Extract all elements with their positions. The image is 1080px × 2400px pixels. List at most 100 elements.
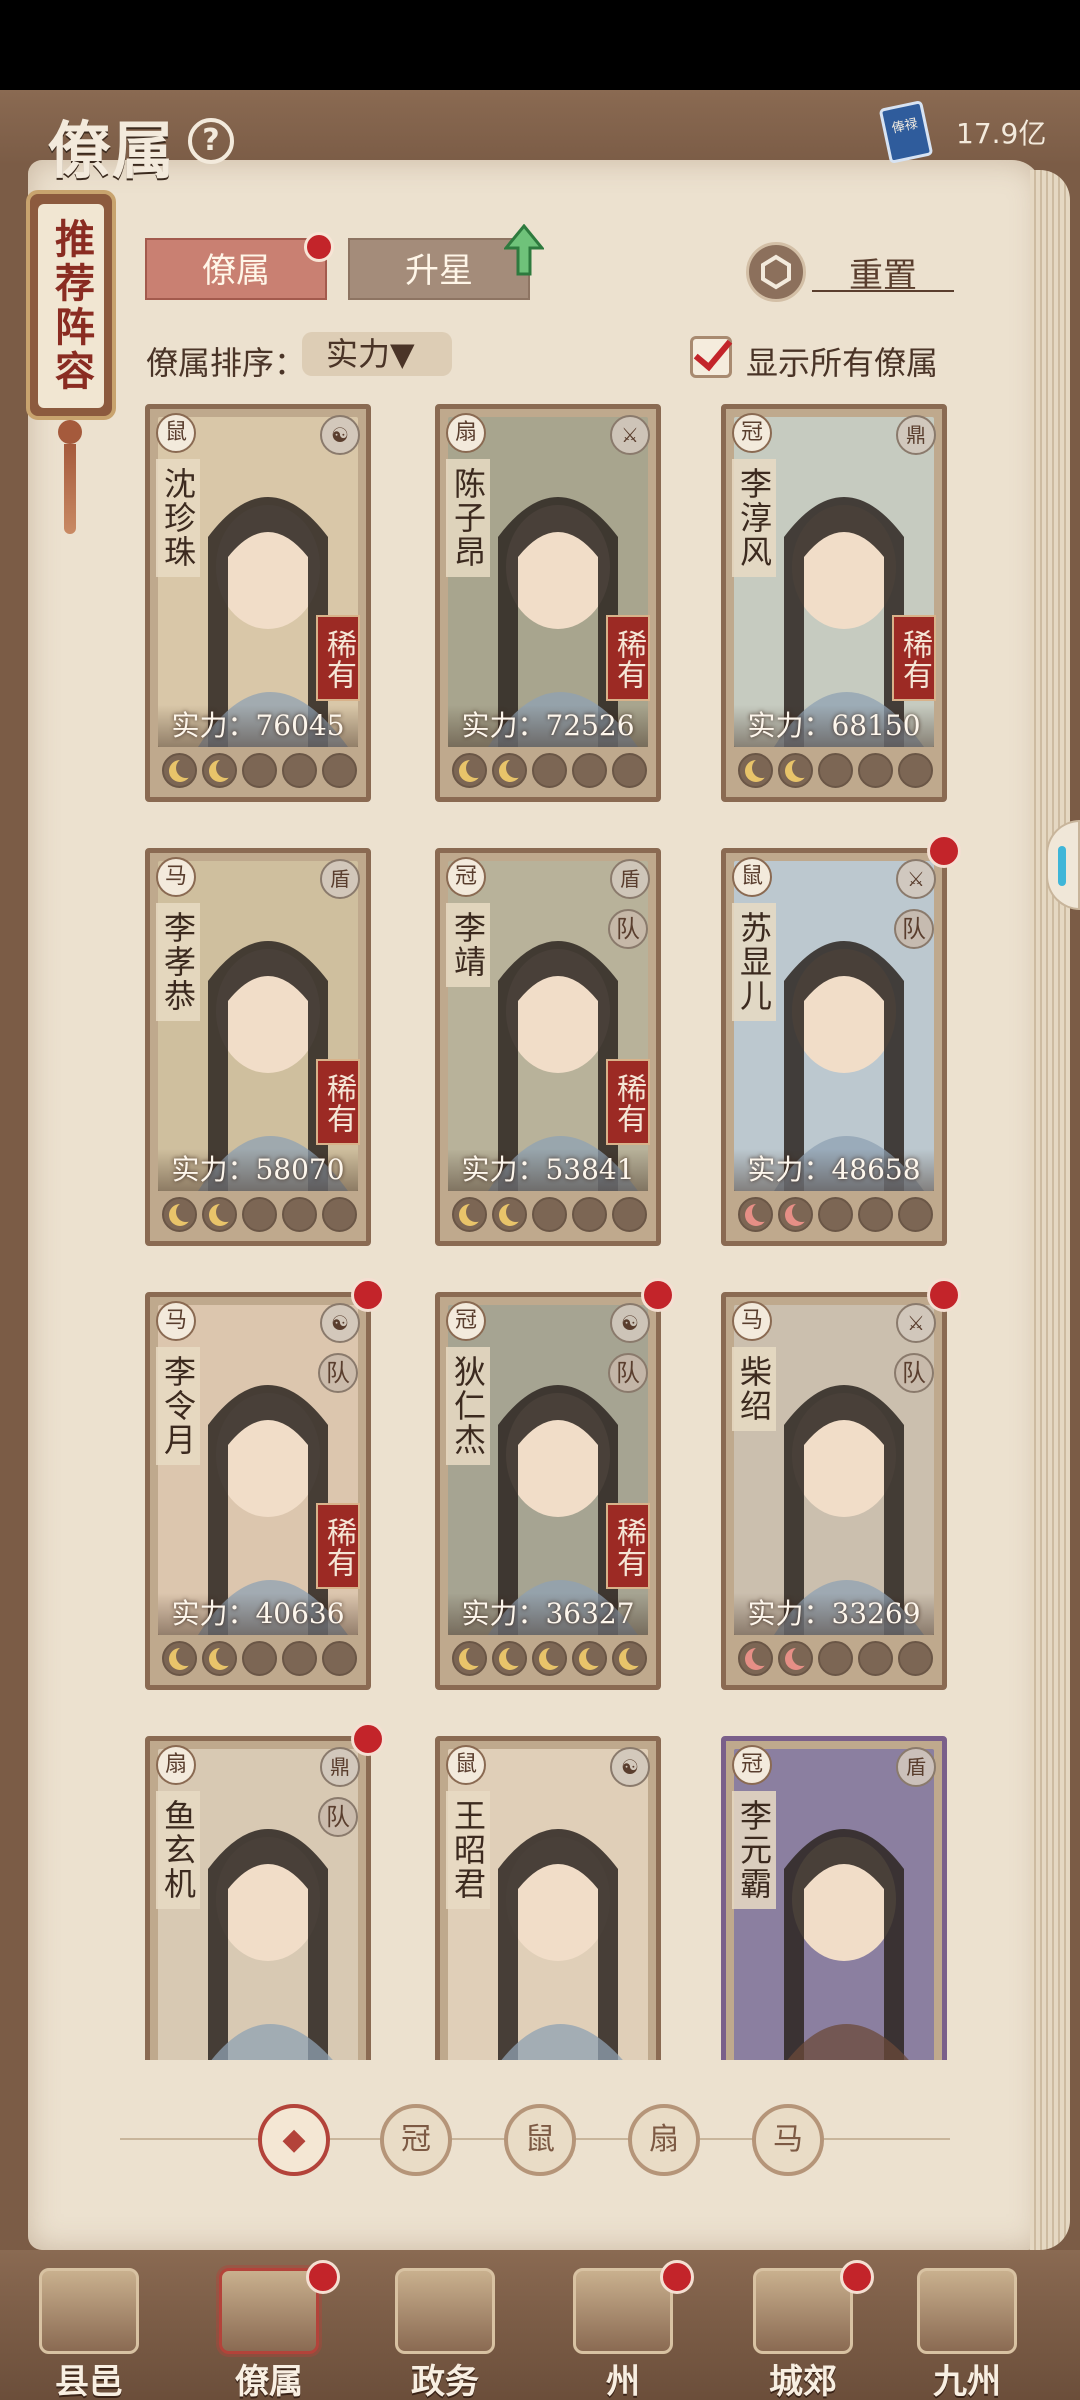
tab-star-up[interactable]: 升星 bbox=[348, 238, 530, 300]
empty-star-icon bbox=[572, 1197, 607, 1232]
nav-label: 政务 bbox=[411, 2362, 479, 2400]
currency-display[interactable]: 俸禄 17.9亿 bbox=[878, 100, 1058, 164]
shield-icon: 盾 bbox=[610, 859, 650, 899]
reset-icon[interactable] bbox=[746, 242, 806, 302]
retainer-name: 沈珍珠 bbox=[156, 459, 200, 577]
filter-hat-icon[interactable]: 冠 bbox=[380, 2104, 452, 2176]
power-value: 实力：53841 bbox=[448, 1149, 648, 1191]
moon-star-icon bbox=[202, 1197, 237, 1232]
empty-star-icon bbox=[898, 753, 933, 788]
power-value: 实力：58070 bbox=[158, 1149, 358, 1191]
power-value: 实力：76045 bbox=[158, 705, 358, 747]
rarity-badge: 稀有 bbox=[316, 1059, 360, 1145]
team-badge: 队 bbox=[608, 1353, 648, 1393]
currency-value: 17.9亿 bbox=[956, 117, 1047, 150]
power-value: 实力：36327 bbox=[448, 1593, 648, 1635]
empty-star-icon bbox=[242, 1641, 277, 1676]
retainer-card[interactable]: 马 盾李孝恭 稀有 实力：58070 bbox=[145, 848, 371, 1246]
fan-icon: 扇 bbox=[446, 413, 486, 453]
retainer-card[interactable]: 鼠 ☯ 沈珍珠 稀有 实力：76045 bbox=[145, 404, 371, 802]
retainer-card[interactable]: 扇 鼎鱼玄机 队 bbox=[145, 1736, 371, 2060]
star-row bbox=[158, 1641, 358, 1681]
sword-icon: ⚔ bbox=[610, 415, 650, 455]
show-all-label[interactable]: 显示所有僚属 bbox=[746, 338, 938, 384]
tab-retainers[interactable]: 僚属 bbox=[145, 238, 327, 300]
filter-fan-icon[interactable]: 扇 bbox=[628, 2104, 700, 2176]
moon-star-icon bbox=[738, 1641, 773, 1676]
shield-icon: 盾 bbox=[896, 1747, 936, 1787]
retainer-name: 李靖 bbox=[446, 903, 490, 987]
nav-item-suburb[interactable]: 城郊 bbox=[728, 2260, 878, 2400]
recommended-lineup-label: 推荐阵容 bbox=[38, 204, 104, 408]
team-badge: 队 bbox=[318, 1797, 358, 1837]
notification-dot bbox=[641, 1278, 675, 1312]
nav-item-state[interactable]: 州 bbox=[548, 2260, 698, 2400]
moon-star-icon bbox=[162, 1197, 197, 1232]
sort-dropdown[interactable]: 实力▼ bbox=[302, 332, 452, 376]
taiji-icon: ☯ bbox=[320, 415, 360, 455]
retainer-card[interactable]: 冠 ☯ 狄仁杰 队稀有 实力：36327 bbox=[435, 1292, 661, 1690]
state-icon bbox=[573, 2268, 673, 2354]
page-edge bbox=[1030, 170, 1070, 2250]
moon-star-icon bbox=[162, 753, 197, 788]
filter-rat-icon[interactable]: 鼠 bbox=[504, 2104, 576, 2176]
sword-icon: ⚔ bbox=[896, 1303, 936, 1343]
retainer-card[interactable]: 扇 ⚔ 陈子昂 稀有 实力：72526 bbox=[435, 404, 661, 802]
rarity-badge: 稀有 bbox=[892, 615, 936, 701]
show-all-checkbox[interactable] bbox=[690, 336, 732, 378]
team-badge: 队 bbox=[318, 1353, 358, 1393]
moon-star-icon bbox=[778, 1641, 813, 1676]
empty-star-icon bbox=[858, 1641, 893, 1676]
retainer-grid: 鼠 ☯ 沈珍珠 稀有 实力：76045 扇 ⚔ 陈子昂 稀有 实力：72526 冠鼎李淳风 稀有 实力：… bbox=[145, 404, 971, 2060]
notification-dot bbox=[306, 2260, 340, 2294]
moon-star-icon bbox=[778, 753, 813, 788]
nav-label: 县邑 bbox=[55, 2362, 123, 2400]
notification-dot bbox=[351, 1278, 385, 1312]
retainer-name: 苏显儿 bbox=[732, 903, 776, 1021]
nav-item-affairs[interactable]: 政务 bbox=[370, 2262, 520, 2400]
retainer-card[interactable]: 马 ⚔ 柴绍 队实力：33269 bbox=[721, 1292, 947, 1690]
notification-dot bbox=[304, 232, 334, 262]
star-row bbox=[448, 753, 648, 793]
moon-star-icon bbox=[572, 1641, 607, 1676]
star-row bbox=[158, 1197, 358, 1237]
star-row bbox=[448, 1197, 648, 1237]
empty-star-icon bbox=[818, 1197, 853, 1232]
affairs-icon bbox=[395, 2268, 495, 2354]
power-value: 实力：48658 bbox=[734, 1149, 934, 1191]
moon-star-icon bbox=[738, 753, 773, 788]
retainer-card[interactable]: 马 ☯ 李令月 队稀有 实力：40636 bbox=[145, 1292, 371, 1690]
empty-star-icon bbox=[818, 753, 853, 788]
page-title: 僚属 bbox=[48, 114, 177, 187]
fan-icon: 扇 bbox=[156, 1745, 196, 1785]
nav-item-retainer[interactable]: 僚属 bbox=[194, 2260, 344, 2400]
rarity-badge: 稀有 bbox=[316, 615, 360, 701]
help-button[interactable]: ? bbox=[188, 118, 234, 164]
retainer-card[interactable]: 鼠 ☯ 王昭君 bbox=[435, 1736, 661, 2060]
moon-star-icon bbox=[532, 1641, 567, 1676]
filter-all-icon[interactable]: ◆ bbox=[258, 2104, 330, 2176]
filter-horse-icon[interactable]: 马 bbox=[752, 2104, 824, 2176]
taiji-icon: ☯ bbox=[320, 1303, 360, 1343]
empty-star-icon bbox=[858, 1197, 893, 1232]
recommended-lineup-banner[interactable]: 推荐阵容 bbox=[26, 190, 116, 420]
retainer-card[interactable]: 鼠 ⚔ 苏显儿 队实力：48658 bbox=[721, 848, 947, 1246]
nav-item-map[interactable]: 九州 bbox=[892, 2262, 1042, 2400]
moon-star-icon bbox=[492, 1641, 527, 1676]
status-bar bbox=[0, 0, 1080, 90]
rarity-badge: 稀有 bbox=[606, 1059, 650, 1145]
nav-item-town[interactable]: 县邑 bbox=[14, 2262, 164, 2400]
retainer-card[interactable]: 冠 盾李元霸 bbox=[721, 1736, 947, 2060]
notification-dot bbox=[660, 2260, 694, 2294]
rat-icon: 鼠 bbox=[446, 1745, 486, 1785]
empty-star-icon bbox=[532, 753, 567, 788]
moon-star-icon bbox=[738, 1197, 773, 1232]
retainer-card[interactable]: 冠 鼎李淳风 稀有 实力：68150 bbox=[721, 404, 947, 802]
power-value: 实力：33269 bbox=[734, 1593, 934, 1635]
retainer-name: 李孝恭 bbox=[156, 903, 200, 1021]
empty-star-icon bbox=[818, 1641, 853, 1676]
reset-button[interactable]: 重置 bbox=[812, 248, 954, 296]
retainer-card[interactable]: 冠 盾李靖 队稀有 实力：53841 bbox=[435, 848, 661, 1246]
moon-star-icon bbox=[202, 1641, 237, 1676]
taiji-icon: ☯ bbox=[610, 1303, 650, 1343]
